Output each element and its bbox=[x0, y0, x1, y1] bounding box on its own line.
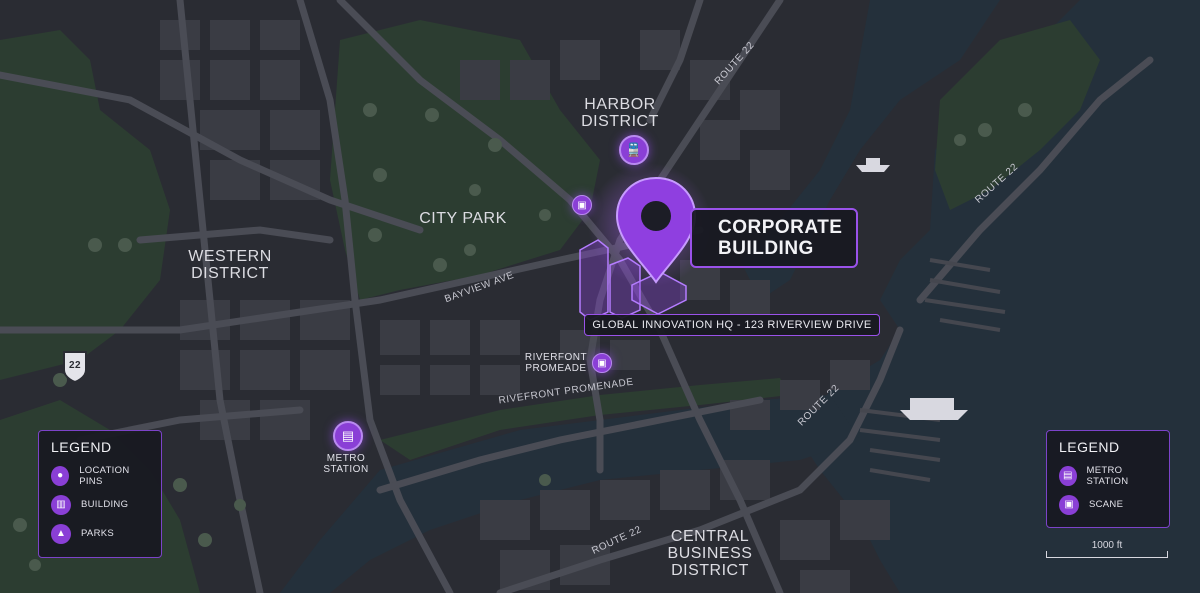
location-pin-icon: ● bbox=[51, 465, 70, 486]
legend-item-parks: ▲ PARKS bbox=[51, 519, 149, 548]
callout-title: CORPORATE BUILDING bbox=[718, 217, 843, 259]
legend-right-title: LEGEND bbox=[1059, 439, 1120, 455]
train-icon[interactable]: 🚆 bbox=[619, 135, 649, 165]
central-business-district-label: CENTRAL BUSINESS DISTRICT bbox=[667, 528, 753, 579]
bus-icon[interactable]: ▤ bbox=[333, 421, 363, 451]
bus-icon: ▤ bbox=[1059, 465, 1077, 486]
tree-icon: ▲ bbox=[51, 523, 71, 544]
city-park-label: CITY PARK bbox=[419, 210, 507, 227]
corporate-building-callout[interactable]: CORPORATE BUILDING bbox=[690, 208, 858, 268]
map-canvas[interactable] bbox=[0, 0, 1200, 593]
legend-item-scane: ▣ SCANE bbox=[1059, 490, 1157, 519]
riverfont-station-icon[interactable]: ▣ bbox=[592, 353, 612, 373]
legend-item-location-pins: ● LOCATION PINS bbox=[51, 461, 149, 490]
address-label: GLOBAL INNOVATION HQ - 123 RIVERVIEW DRI… bbox=[584, 314, 880, 336]
metro-station-label: METRO STATION bbox=[323, 453, 369, 475]
scale-line bbox=[1046, 551, 1168, 558]
legend-right: LEGEND ▤ METRO STATION ▣ SCANE bbox=[1046, 430, 1170, 528]
harbor-district-label: HARBOR DISTRICT bbox=[581, 96, 659, 130]
riverfont-promenade-label: RIVERFONT PROMEADE bbox=[524, 352, 588, 374]
scale-label: 1000 ft bbox=[1091, 540, 1123, 551]
tram-icon: ▣ bbox=[1059, 494, 1079, 515]
legend-item-metro-station: ▤ METRO STATION bbox=[1059, 461, 1157, 490]
western-district-label: WESTERN DISTRICT bbox=[188, 248, 272, 282]
legend-item-building: ▥ BUILDING bbox=[51, 490, 149, 519]
tram-icon[interactable]: ▣ bbox=[572, 195, 592, 215]
route-22-shield-label: 22 bbox=[68, 360, 82, 371]
building-icon: ▥ bbox=[51, 494, 71, 515]
legend-left-title: LEGEND bbox=[51, 439, 112, 455]
scale-bar: 1000 ft bbox=[1046, 540, 1168, 558]
legend-left: LEGEND ● LOCATION PINS ▥ BUILDING ▲ PARK… bbox=[38, 430, 162, 558]
